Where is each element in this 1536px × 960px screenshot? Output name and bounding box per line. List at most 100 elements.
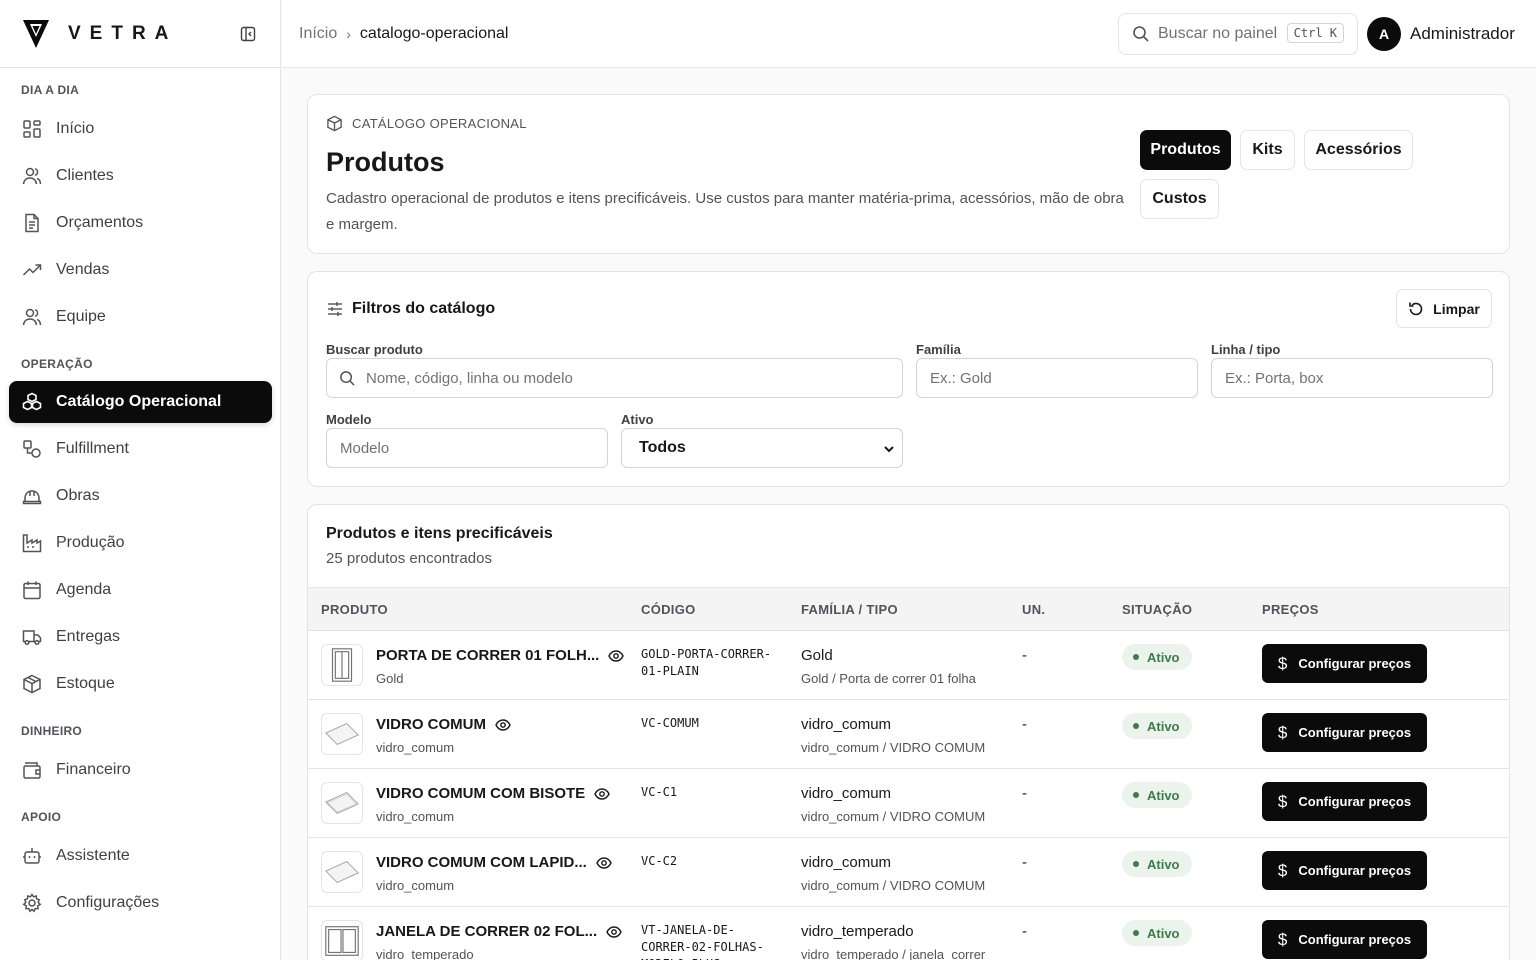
sidebar-item-assistente[interactable]: Assistente [9, 835, 272, 877]
breadcrumb: Início › catalogo-operacional [299, 25, 508, 43]
model-input[interactable] [326, 428, 608, 468]
sidebar-item-clientes[interactable]: Clientes [9, 155, 272, 197]
line-type-input[interactable] [1211, 358, 1493, 398]
tab-custos[interactable]: Custos [1140, 179, 1219, 219]
breadcrumb-home[interactable]: Início [299, 25, 337, 43]
eye-icon[interactable] [596, 855, 612, 871]
product-family: vidro_comum [801, 716, 892, 733]
status-text: Ativo [1147, 649, 1180, 665]
configure-prices-label: Configurar preços [1298, 932, 1412, 947]
table-row[interactable]: VIDRO COMUM vidro_comum VC-COMUM vidro_c… [308, 700, 1509, 769]
sidebar-item-label: Estoque [56, 675, 115, 692]
sidebar-item-label: Configurações [56, 894, 160, 911]
product-name[interactable]: PORTA DE CORRER 01 FOLH... [376, 647, 625, 664]
product-unit: - [1022, 785, 1027, 802]
table-row[interactable]: PORTA DE CORRER 01 FOLH... Gold GOLD-POR… [308, 631, 1509, 700]
column-header-codigo[interactable]: CÓDIGO [641, 602, 696, 617]
eye-icon[interactable] [608, 648, 625, 664]
chevron-down-icon [884, 446, 894, 453]
product-code: VC-C2 [641, 854, 678, 868]
column-header-familia[interactable]: FAMÍLIA / TIPO [801, 602, 898, 617]
wallet-icon [23, 762, 41, 779]
sidebar-item-label: Produção [56, 534, 125, 551]
sidebar: VETRA DIA A DIA Início Clientes Orçament… [0, 0, 281, 960]
family-input[interactable] [916, 358, 1198, 398]
sidebar-collapse-icon[interactable] [240, 26, 256, 42]
sidebar-item-label: Agenda [56, 581, 112, 598]
eyebrow: CATÁLOGO OPERACIONAL [326, 115, 527, 132]
sidebar-item-configuracoes[interactable]: Configurações [9, 882, 272, 924]
tab-acessorios[interactable]: Acessórios [1304, 130, 1413, 170]
status-badge: Ativo [1122, 782, 1192, 808]
door-thumbnail-icon [331, 648, 353, 682]
sidebar-item-inicio[interactable]: Início [9, 108, 272, 150]
eye-icon[interactable] [606, 924, 622, 940]
column-header-unidade[interactable]: UN. [1022, 602, 1045, 617]
sidebar-item-vendas[interactable]: Vendas [9, 249, 272, 291]
document-icon [25, 213, 39, 233]
column-header-produto[interactable]: PRODUTO [321, 602, 388, 617]
status-text: Ativo [1147, 787, 1180, 803]
product-name[interactable]: VIDRO COMUM [376, 716, 511, 733]
user-name[interactable]: Administrador [1410, 24, 1515, 44]
product-name[interactable]: VIDRO COMUM COM BISOTE [376, 785, 610, 802]
configure-prices-button[interactable]: $ Configurar preços [1262, 644, 1427, 683]
status-badge: Ativo [1122, 644, 1192, 670]
clear-filters-button[interactable]: Limpar [1396, 289, 1492, 328]
eye-icon[interactable] [594, 786, 610, 802]
configure-prices-button[interactable]: $ Configurar preços [1262, 782, 1427, 821]
sidebar-item-label: Catálogo Operacional [56, 393, 222, 410]
section-operacao: OPERAÇÃO [21, 357, 93, 371]
table-row[interactable]: VIDRO COMUM COM BISOTE vidro_comum VC-C1… [308, 769, 1509, 838]
sidebar-item-estoque[interactable]: Estoque [9, 663, 272, 705]
product-name[interactable]: VIDRO COMUM COM LAPID... [376, 854, 612, 871]
breadcrumb-current: catalogo-operacional [359, 25, 509, 42]
sidebar-item-catalogo-operacional[interactable]: Catálogo Operacional [9, 381, 272, 423]
table-row[interactable]: VIDRO COMUM COM LAPID... vidro_comum VC-… [308, 838, 1509, 907]
sidebar-item-obras[interactable]: Obras [9, 475, 272, 517]
vetra-logo-icon[interactable] [23, 20, 49, 48]
tab-produtos[interactable]: Produtos [1140, 130, 1231, 170]
sidebar-item-entregas[interactable]: Entregas [9, 616, 272, 658]
active-select[interactable]: Todos [621, 428, 903, 468]
sidebar-item-equipe[interactable]: Equipe [9, 296, 272, 338]
products-table-card: Produtos e itens precificáveis 25 produt… [307, 504, 1510, 960]
configure-prices-button[interactable]: $ Configurar preços [1262, 713, 1427, 752]
eye-icon[interactable] [495, 717, 511, 733]
sidebar-item-orcamentos[interactable]: Orçamentos [9, 202, 272, 244]
status-dot [1133, 930, 1139, 936]
topbar: Início › catalogo-operacional Buscar no … [282, 0, 1536, 68]
table-row[interactable]: JANELA DE CORRER 02 FOL... vidro_tempera… [308, 907, 1509, 960]
brand-name: VETRA [68, 23, 178, 44]
product-thumbnail [321, 920, 363, 960]
rotate-ccw-icon [1409, 302, 1423, 315]
dollar-icon: $ [1277, 791, 1288, 811]
chevron-right-icon: › [346, 26, 351, 42]
grid-icon [23, 120, 41, 138]
product-name-text: VIDRO COMUM COM LAPID... [376, 854, 587, 871]
trending-up-icon [22, 264, 42, 276]
search-product-input[interactable] [326, 358, 903, 398]
product-name[interactable]: JANELA DE CORRER 02 FOL... [376, 923, 622, 940]
global-search[interactable]: Buscar no painel Ctrl K [1118, 13, 1358, 55]
sidebar-item-label: Orçamentos [56, 214, 144, 231]
table-title: Produtos e itens precificáveis [326, 525, 553, 542]
sidebar-item-producao[interactable]: Produção [9, 522, 272, 564]
product-family-detail: Gold / Porta de correr 01 folha [801, 671, 976, 686]
sidebar-item-fulfillment[interactable]: Fulfillment [9, 428, 272, 470]
tab-kits[interactable]: Kits [1240, 130, 1295, 170]
column-header-precos[interactable]: PREÇOS [1262, 602, 1319, 617]
sidebar-item-label: Obras [56, 487, 100, 504]
status-dot [1133, 861, 1139, 867]
sidebar-item-agenda[interactable]: Agenda [9, 569, 272, 611]
configure-prices-button[interactable]: $ Configurar preços [1262, 851, 1427, 890]
section-apoio: APOIO [21, 810, 62, 824]
sidebar-item-financeiro[interactable]: Financeiro [9, 749, 272, 791]
product-family-detail: vidro_comum / VIDRO COMUM [801, 740, 986, 755]
configure-prices-button[interactable]: $ Configurar preços [1262, 920, 1427, 959]
factory-icon [22, 534, 42, 553]
status-dot [1133, 654, 1139, 660]
table-header: PRODUTO CÓDIGO FAMÍLIA / TIPO UN. SITUAÇ… [308, 587, 1509, 631]
avatar[interactable]: A [1367, 17, 1401, 51]
column-header-situacao[interactable]: SITUAÇÃO [1122, 602, 1192, 617]
